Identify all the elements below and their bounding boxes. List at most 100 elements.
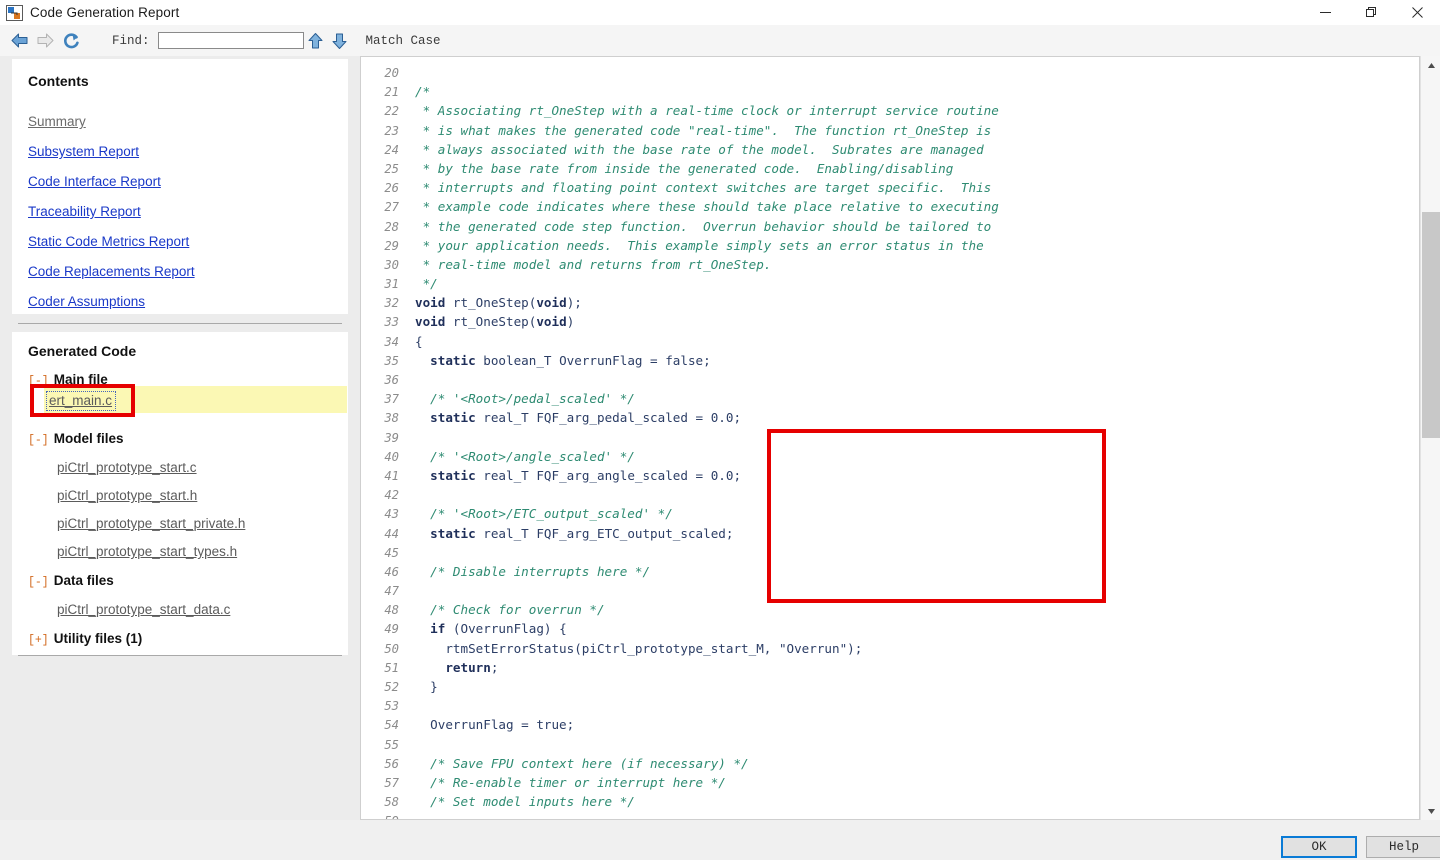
code-text: real_T FQF_arg_ETC_output_scaled;: [475, 525, 734, 541]
code-line: 44 static real_T FQF_arg_ETC_output_scal…: [361, 524, 1401, 543]
code-text: (OverrunFlag) {: [445, 621, 567, 637]
line-number: 21: [384, 85, 399, 100]
scroll-up-icon[interactable]: [1421, 56, 1440, 74]
code-comment: * by the base rate from inside the gener…: [415, 160, 954, 176]
vertical-scrollbar[interactable]: [1420, 56, 1440, 820]
tree-group-model-files[interactable]: [-] Model files: [28, 431, 123, 447]
scroll-down-icon[interactable]: [1421, 802, 1440, 820]
file-link-pictrl-prototype-start-data-c[interactable]: piCtrl_prototype_start_data.c: [57, 602, 230, 617]
toc-link-code-interface-report[interactable]: Code Interface Report: [28, 174, 161, 189]
code-keyword: static: [430, 525, 476, 541]
code-line: 47​: [361, 581, 1401, 600]
code-comment: /* Save FPU context here (if necessary) …: [415, 755, 749, 771]
toc-link-code-replacements-report[interactable]: Code Replacements Report: [28, 264, 195, 279]
line-number: 35: [384, 353, 399, 368]
code-line: 50 rtmSetErrorStatus(piCtrl_prototype_st…: [361, 639, 1401, 658]
code-text: ): [566, 314, 575, 330]
line-number: 45: [384, 545, 399, 560]
code-comment: /* '<Root>/angle_scaled' */: [415, 448, 635, 464]
code-text: real_T FQF_arg_pedal_scaled = 0.0;: [475, 410, 742, 426]
collapse-toggle-icon[interactable]: [-]: [28, 434, 49, 447]
code-keyword: return: [445, 659, 491, 675]
code-line: 37 /* '<Root>/pedal_scaled' */: [361, 389, 1401, 408]
code-keyword: static: [430, 352, 476, 368]
toc-link-traceability-report[interactable]: Traceability Report: [28, 204, 141, 219]
code-line: 24 * always associated with the base rat…: [361, 140, 1401, 159]
annotation-box-selected-file: [30, 384, 135, 417]
line-number: 22: [384, 104, 399, 119]
code-keyword: static: [430, 467, 476, 483]
panel-splitter-top[interactable]: [18, 323, 342, 324]
tree-group-data-files[interactable]: [-] Data files: [28, 573, 114, 589]
code-line: 35 static boolean_T OverrunFlag = false;: [361, 351, 1401, 370]
scrollbar-thumb[interactable]: [1422, 212, 1440, 438]
window-controls: [1302, 0, 1440, 25]
close-button[interactable]: [1394, 0, 1440, 25]
ok-button[interactable]: OK: [1281, 836, 1357, 858]
code-line: 32 void rt_OneStep(void);: [361, 293, 1401, 312]
code-line: 56 /* Save FPU context here (if necessar…: [361, 754, 1401, 773]
line-number: 50: [384, 641, 399, 656]
code-line: 57 /* Re-enable timer or interrupt here …: [361, 773, 1401, 792]
collapse-toggle-icon[interactable]: [-]: [28, 576, 49, 589]
line-number: 30: [384, 257, 399, 272]
code-keyword: void: [415, 295, 446, 311]
line-number: 32: [384, 296, 399, 311]
file-link-pictrl-prototype-start-c[interactable]: piCtrl_prototype_start.c: [57, 460, 197, 475]
arrow-down-icon[interactable]: [328, 28, 352, 54]
line-number: 34: [384, 334, 399, 349]
code-line: 20​: [361, 63, 1401, 82]
code-line: 36​: [361, 370, 1401, 389]
tree-group-utility-files[interactable]: [+] Utility files (1): [28, 631, 142, 647]
code-comment: /* Check for overrun */: [415, 602, 605, 618]
code-comment: /*: [415, 84, 431, 100]
code-comment: * example code indicates where these sho…: [415, 199, 999, 215]
code-comment: * your application needs. This example s…: [415, 237, 984, 253]
line-number: 33: [384, 315, 399, 330]
toc-link-static-code-metrics-report[interactable]: Static Code Metrics Report: [28, 234, 189, 249]
code-line: 21 /*: [361, 82, 1401, 101]
footer-bar: [0, 820, 1440, 860]
tree-group-label: Model files: [53, 431, 124, 446]
code-listing: 20​21/*22 * Associating rt_OneStep with …: [361, 63, 1401, 819]
panel-splitter-bottom[interactable]: [18, 655, 342, 656]
code-comment: * the generated code step function. Over…: [415, 218, 992, 234]
code-comment: /* '<Root>/ETC_output_scaled' */: [415, 506, 673, 522]
code-generation-report-window: Code Generation Report Find: Match Case …: [0, 0, 1440, 860]
match-case-label[interactable]: Match Case: [366, 34, 441, 48]
code-viewer[interactable]: 20​21/*22 * Associating rt_OneStep with …: [360, 56, 1420, 820]
code-text: rt_OneStep(: [445, 295, 537, 311]
restore-button[interactable]: [1348, 0, 1394, 25]
code-line: 42​: [361, 485, 1401, 504]
code-line: 27 * example code indicates where these …: [361, 197, 1401, 216]
file-link-pictrl-prototype-start-types-h[interactable]: piCtrl_prototype_start_types.h: [57, 544, 237, 559]
line-number: 53: [384, 699, 399, 714]
help-button[interactable]: Help: [1366, 836, 1440, 858]
code-line: 43 /* '<Root>/ETC_output_scaled' */: [361, 504, 1401, 523]
minimize-button[interactable]: [1302, 0, 1348, 25]
toc-link-subsystem-report[interactable]: Subsystem Report: [28, 144, 139, 159]
toc-link-coder-assumptions[interactable]: Coder Assumptions: [28, 294, 145, 309]
file-link-pictrl-prototype-start-private-h[interactable]: piCtrl_prototype_start_private.h: [57, 516, 245, 531]
code-comment: * interrupts and floating point context …: [415, 180, 992, 196]
arrow-up-icon[interactable]: [304, 28, 328, 54]
toc-link-summary[interactable]: Summary: [28, 114, 86, 129]
report-icon: [6, 4, 23, 21]
line-number: 24: [384, 142, 399, 157]
search-input[interactable]: [157, 32, 304, 49]
code-keyword: static: [430, 410, 476, 426]
line-number: 46: [384, 564, 399, 579]
line-number: 38: [384, 411, 399, 426]
line-number: 56: [384, 756, 399, 771]
code-line: 41 static real_T FQF_arg_angle_scaled = …: [361, 466, 1401, 485]
code-keyword: void: [536, 314, 567, 330]
back-arrow-icon[interactable]: [6, 28, 32, 54]
code-line: 40 /* '<Root>/angle_scaled' */: [361, 447, 1401, 466]
line-number: 36: [384, 373, 399, 387]
refresh-icon[interactable]: [58, 28, 84, 54]
file-link-pictrl-prototype-start-h[interactable]: piCtrl_prototype_start.h: [57, 488, 197, 503]
expand-toggle-icon[interactable]: [+]: [28, 634, 49, 647]
